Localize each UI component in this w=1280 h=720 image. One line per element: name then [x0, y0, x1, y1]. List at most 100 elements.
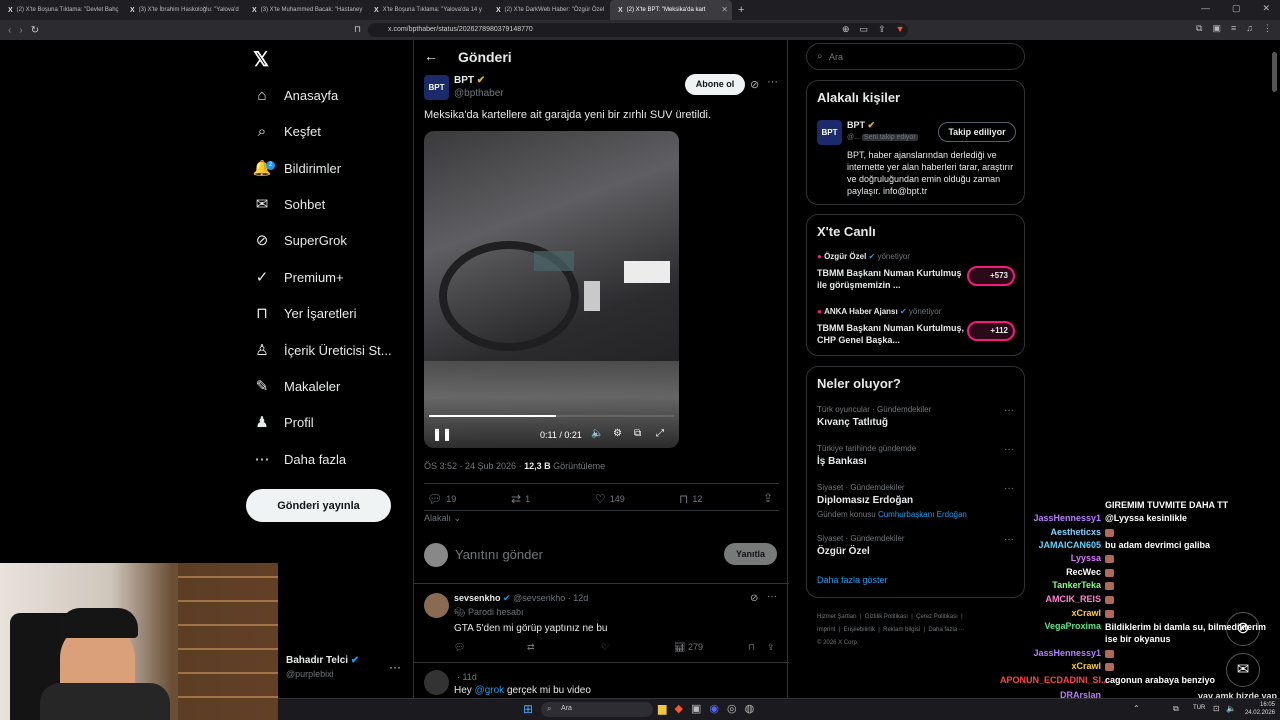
live-item[interactable]: ● Özgür Özel ✔ yönetiyor TBMM Başkanı Nu…	[817, 252, 1017, 291]
post-author-name[interactable]: BPT	[454, 75, 474, 86]
pause-icon[interactable]: ❚❚	[432, 427, 452, 441]
reply-submit-button[interactable]: Yanıtla	[724, 543, 777, 565]
show-more-link[interactable]: Daha fazla göster	[817, 575, 888, 585]
new-tab-button[interactable]: +	[738, 4, 744, 16]
chat-username[interactable]	[1000, 500, 1105, 510]
windows-start-icon[interactable]: ⊞	[523, 702, 533, 716]
bpt-avatar[interactable]: BPT	[424, 75, 449, 100]
sidebar-item-bildirimler[interactable]: 🔔 2 Bildirimler	[252, 154, 341, 182]
trend-more-icon[interactable]: ···	[1004, 405, 1014, 416]
clock[interactable]: 16:05 24.02.2026	[1235, 701, 1275, 717]
related-handle[interactable]: @...	[847, 134, 860, 141]
reply-avatar[interactable]	[424, 670, 449, 695]
file-explorer-icon[interactable]: ▆	[658, 702, 666, 715]
discord-icon[interactable]: ◉	[709, 702, 719, 715]
forward-icon[interactable]: ›	[19, 25, 22, 36]
sidebar-item-keşfet[interactable]: ⌕ Keşfet	[252, 117, 321, 145]
bookmark-icon[interactable]: ⊓	[748, 642, 755, 653]
post-button[interactable]: Gönderi yayınla	[246, 489, 391, 522]
media-icon[interactable]: ▣	[691, 702, 701, 715]
following-button[interactable]: Takip ediliyor	[938, 122, 1016, 142]
footer-links-row[interactable]: Hizmet Şartları | Gizlilik Politikası | …	[817, 611, 965, 624]
trend-more-icon[interactable]: ···	[1004, 444, 1014, 455]
sidebar-item-yer-i-şaretleri[interactable]: ⊓ Yer İşaretleri	[252, 299, 356, 327]
footer-links-row[interactable]: Imprint | Erişilebilirlik | Reklam bilgi…	[817, 624, 965, 637]
close-tab-icon[interactable]: ✕	[721, 5, 728, 14]
reply-avatar[interactable]	[424, 593, 449, 618]
zoom-icon[interactable]: ⊕	[842, 24, 850, 35]
fullscreen-icon[interactable]: ⤢	[656, 428, 664, 439]
brave-icon[interactable]: ◆	[674, 702, 682, 715]
wallet-icon[interactable]: ▣	[1212, 23, 1221, 34]
reply-more-icon[interactable]: ···	[767, 591, 777, 602]
steam-icon[interactable]: ◎	[727, 702, 737, 715]
sidebar-item-anasayfa[interactable]: ⌂ Anasayfa	[252, 81, 338, 109]
reply-action[interactable]: 💬︎ 19	[427, 492, 456, 506]
chat-username[interactable]: xCrawl	[1000, 608, 1105, 618]
chat-username[interactable]: JassHennessy1	[1000, 513, 1105, 523]
search-input[interactable]: Ara	[829, 52, 843, 62]
minimize-icon[interactable]: —	[1201, 3, 1210, 14]
chat-username[interactable]: RecWec	[1000, 567, 1105, 577]
chat-username[interactable]: Lyyssa	[1000, 553, 1105, 563]
sidebar-item-premium[interactable]: ✓ Premium+	[252, 263, 344, 291]
heart-icon[interactable]: ♡	[601, 642, 609, 653]
related-name[interactable]: BPT	[847, 120, 865, 130]
browser-tab[interactable]: X (3) X'te İbrahim Haskoloğlu: "Yalova'd	[122, 0, 244, 20]
browser-tab[interactable]: X (3) X'te Muhammed Bacak: "Hastaney	[244, 0, 366, 20]
network-icon[interactable]: ⊡	[1213, 704, 1220, 713]
extensions-icon[interactable]: ⧉	[1196, 23, 1202, 34]
live-item[interactable]: ● ANKA Haber Ajansı ✔ yönetiyor TBMM Baş…	[817, 307, 1017, 346]
taskbar-search[interactable]: ⌕ Ara	[541, 702, 653, 717]
chat-username[interactable]: AMCIK_REIS	[1000, 594, 1105, 604]
chat-username[interactable]: Aestheticxs	[1000, 527, 1105, 537]
reply-input[interactable]: Yanıtını gönder	[455, 547, 543, 562]
bpt-avatar[interactable]: BPT	[817, 120, 842, 145]
scrollbar-thumb[interactable]	[1272, 52, 1277, 92]
bookmark-action[interactable]: ⊓ 12	[679, 492, 702, 506]
video-progress-track[interactable]	[429, 415, 674, 417]
music-icon[interactable]: ♫	[1246, 23, 1253, 34]
back-icon[interactable]: ‹	[8, 25, 11, 36]
video-player[interactable]: ❚❚ 0:11 / 0:21 🔈 ⚙ ⧉ ⤢	[424, 131, 679, 448]
more-menu-icon[interactable]: ⋮	[1263, 23, 1272, 34]
language-indicator[interactable]: TUR	[1193, 705, 1205, 711]
mic-icon[interactable]: ⧉	[1173, 704, 1179, 714]
account-more-icon[interactable]: ···	[389, 660, 401, 674]
settings-icon[interactable]: ⚙	[613, 428, 622, 439]
share-icon[interactable]: ⇪	[767, 642, 775, 653]
trend-item[interactable]: Türkiye tarihinde gündemde İş Bankası	[817, 444, 916, 467]
x-logo-icon[interactable]: 𝕏	[253, 47, 269, 72]
chat-username[interactable]: APONUN_ECDADINI_SI...	[1000, 675, 1109, 685]
sidebar-item-profil[interactable]: ♟ Profil	[252, 408, 313, 436]
back-arrow-icon[interactable]: ←	[424, 48, 438, 64]
reply-time[interactable]: · 11d	[457, 672, 477, 682]
sidebar-item-supergrok[interactable]: ⊘ SuperGrok	[252, 226, 347, 254]
post-more-icon[interactable]: ···	[767, 76, 778, 88]
sidebar-item-sohbet[interactable]: ✉ Sohbet	[252, 190, 326, 218]
browser-tab[interactable]: X (2) X'te Boşuna Tıklama: "Devlet Bahç	[0, 0, 122, 20]
browser-tab-active[interactable]: X (2) X'te BPT: "Meksika'da kart ✕	[610, 0, 732, 20]
trend-item[interactable]: Siyaset · Gündemdekiler Özgür Özel	[817, 534, 905, 557]
sidebar-item-daha-fazla[interactable]: ⋯ Daha fazla	[252, 445, 347, 473]
browser-tab[interactable]: X (2) X'te DarkWeb Haber: "Özgür Özel	[488, 0, 610, 20]
user-avatar[interactable]	[424, 543, 448, 567]
search-box[interactable]: ⌕ Ara	[806, 43, 1025, 70]
post-timestamp[interactable]: ÖS 3:52 · 24 Şub 2026 ·	[424, 461, 524, 471]
subscribe-button[interactable]: Abone ol	[685, 74, 745, 95]
chat-username[interactable]: TankerTeka	[1000, 580, 1105, 590]
browser-tab[interactable]: X X'te Boşuna Tıklama: "Yalova'da 14 y	[366, 0, 488, 20]
chat-username[interactable]: JAMAICAN605	[1000, 540, 1105, 550]
reload-icon[interactable]: ↻	[31, 25, 39, 36]
grok-icon[interactable]: ⊘	[750, 78, 759, 91]
sidebar-item-makaleler[interactable]: ✎ Makaleler	[252, 372, 341, 400]
views-action[interactable]: 📊︎ 279	[674, 642, 703, 653]
chat-username[interactable]: xCrawl	[1000, 661, 1105, 671]
reply-icon[interactable]: 💬︎	[454, 642, 465, 653]
chat-username[interactable]: VegaProxima	[1000, 621, 1105, 645]
grok-icon[interactable]: ⊘	[750, 593, 758, 604]
sidebar-item-i-çerik-üreticisi-st[interactable]: ♙ İçerik Üreticisi St...	[252, 336, 391, 364]
volume-icon[interactable]: 🔈	[591, 428, 603, 439]
reply-handle[interactable]: @sevsenkho · 12d	[513, 593, 588, 603]
menu-icon[interactable]: ≡	[1231, 23, 1236, 34]
